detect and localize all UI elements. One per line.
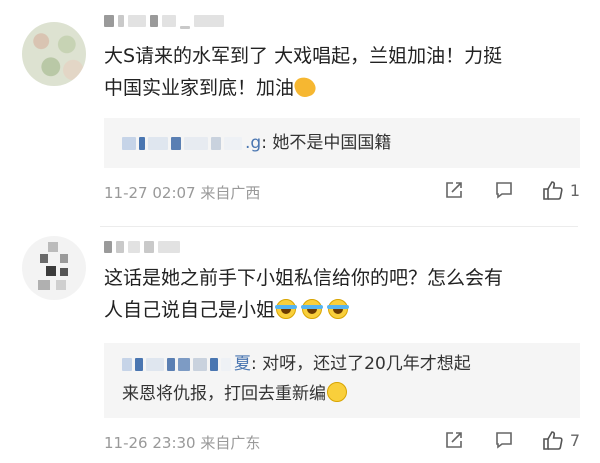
timestamp: 11-27 02:07 — [104, 184, 196, 202]
comment-item: 这话是她之前手下小姐私信给你的吧？怎么会有 人自己说自己是小姐 夏: 对呀，还过… — [0, 226, 600, 463]
comment-text-line: 大S请来的水军到了 大戏唱起，兰姐加油！力挺 — [104, 45, 503, 67]
shushing-face-icon — [327, 382, 347, 402]
comment-text: 这话是她之前手下小姐私信给你的吧？怎么会有 人自己说自己是小姐 — [104, 262, 580, 326]
avatar[interactable] — [22, 236, 86, 300]
avatar[interactable] — [22, 22, 86, 86]
location: 来自广西 — [200, 184, 261, 202]
location: 来自广东 — [200, 434, 261, 452]
reply-box[interactable]: 夏: 对呀，还过了20几年才想起 来恩将仇报，打回去重新编 — [104, 343, 580, 418]
reply-box[interactable]: .g: 她不是中国国籍 — [104, 118, 580, 168]
comment-actions: 1 — [416, 178, 580, 202]
comment-text-line: 中国实业家到底！加油 — [104, 77, 295, 99]
thumbs-up-icon — [543, 431, 563, 450]
comment-item: 大S请来的水军到了 大戏唱起，兰姐加油！力挺 中国实业家到底！加油 .g: 她不… — [0, 0, 600, 226]
reply-text: : 她不是中国国籍 — [261, 133, 392, 153]
username-pixelated[interactable] — [104, 10, 228, 29]
flexed-biceps-icon — [292, 74, 318, 100]
reply-username[interactable]: 夏 — [234, 354, 251, 374]
share-icon — [446, 182, 462, 198]
tears-of-joy-icon — [301, 299, 324, 319]
like-button[interactable]: 7 — [542, 429, 580, 451]
comment-meta: 11-27 02:07 来自广西 — [104, 182, 260, 203]
tears-of-joy-icon — [275, 299, 298, 319]
comment-button[interactable] — [492, 428, 516, 452]
timestamp: 11-26 23:30 — [104, 434, 196, 452]
comment-actions: 7 — [416, 428, 580, 452]
thumbs-up-icon — [543, 181, 563, 200]
like-count: 1 — [569, 180, 580, 200]
comment-icon — [496, 432, 512, 449]
comment-button[interactable] — [492, 178, 516, 202]
like-count: 7 — [569, 430, 580, 450]
share-button[interactable] — [442, 178, 466, 202]
reply-username[interactable]: .g — [245, 133, 261, 153]
comment-meta: 11-26 23:30 来自广东 — [104, 432, 260, 453]
comment-text: 大S请来的水军到了 大戏唱起，兰姐加油！力挺 中国实业家到底！加油 — [104, 40, 580, 104]
comment-text-line: 这话是她之前手下小姐私信给你的吧？怎么会有 — [104, 267, 504, 289]
share-icon — [446, 432, 462, 448]
reply-text: : 对呀，还过了20几年才想起 — [251, 354, 471, 374]
username-pixelated[interactable] — [104, 236, 184, 253]
like-button[interactable]: 1 — [542, 179, 580, 201]
comment-text-line: 人自己说自己是小姐 — [104, 299, 276, 321]
comment-icon — [496, 182, 512, 199]
tears-of-joy-icon — [327, 299, 350, 319]
share-button[interactable] — [442, 428, 466, 452]
reply-text: 来恩将仇报，打回去重新编 — [122, 384, 326, 404]
